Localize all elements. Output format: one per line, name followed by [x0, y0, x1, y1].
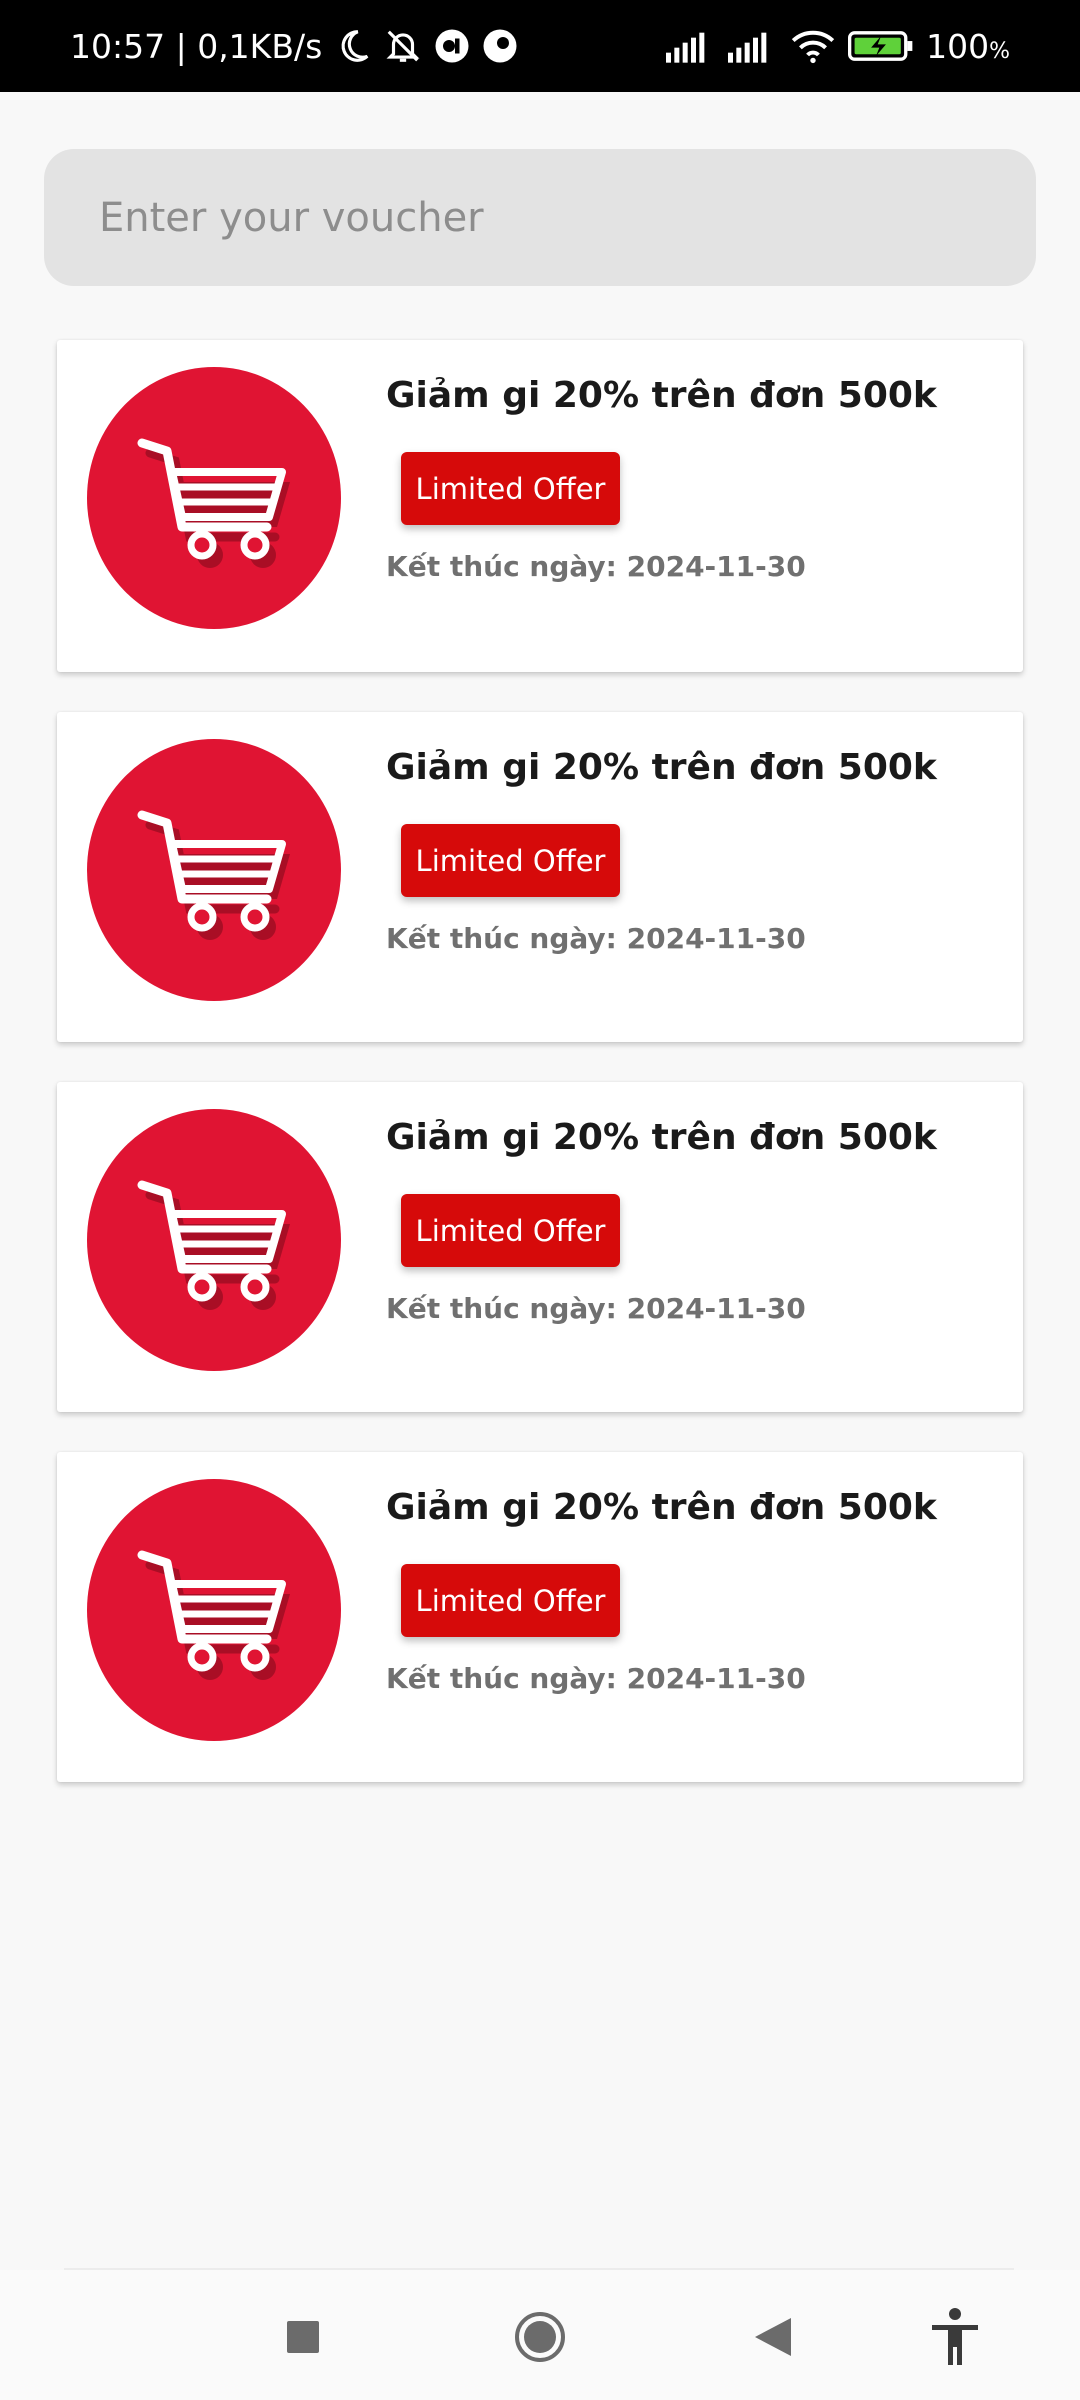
voucher-card[interactable]: Giảm gi 20% trên đơn 500k Limited Offer … [57, 1452, 1023, 1782]
voucher-title: Giảm gi 20% trên đơn 500k [386, 375, 937, 416]
voucher-end-date: Kết thúc ngày: 2024-11-30 [386, 922, 806, 955]
limited-offer-button[interactable]: Limited Offer [401, 1194, 620, 1267]
back-button[interactable] [733, 2298, 813, 2378]
recents-icon [286, 2320, 320, 2357]
voucher-end-date: Kết thúc ngày: 2024-11-30 [386, 1662, 806, 1695]
voucher-title: Giảm gi 20% trên đơn 500k [386, 1487, 937, 1528]
status-bar: 10:57 | 0,1KB/s 100% [0, 0, 1080, 92]
voucher-end-date: Kết thúc ngày: 2024-11-30 [386, 550, 806, 583]
voucher-title: Giảm gi 20% trên đơn 500k [386, 1117, 937, 1158]
status-time-speed: 10:57 | 0,1KB/s [70, 26, 323, 66]
signal-icon [666, 29, 716, 63]
status-left: 10:57 | 0,1KB/s [70, 27, 518, 66]
battery-unit: % [989, 38, 1010, 64]
battery-level: 100% [926, 27, 1010, 66]
shopping-cart-icon [87, 1109, 341, 1371]
voucher-search-box[interactable] [44, 149, 1036, 286]
app-notif-icon [482, 28, 518, 64]
recents-button[interactable] [263, 2298, 343, 2378]
app-notif-icon [434, 28, 470, 64]
battery-charging-icon [848, 29, 914, 63]
bell-off-icon [384, 27, 422, 65]
home-button[interactable] [500, 2298, 580, 2378]
battery-value: 100 [926, 26, 990, 66]
voucher-card[interactable]: Giảm gi 20% trên đơn 500k Limited Offer … [57, 340, 1023, 672]
back-icon [753, 2316, 793, 2361]
signal-icon [728, 29, 778, 63]
wifi-icon [790, 28, 836, 64]
shopping-cart-icon [87, 739, 341, 1001]
status-right: 100% [666, 27, 1010, 66]
shopping-cart-icon [87, 1479, 341, 1741]
voucher-list: Giảm gi 20% trên đơn 500k Limited Offer … [57, 340, 1023, 1822]
system-nav-bar [0, 2270, 1080, 2400]
home-icon [513, 2310, 567, 2367]
voucher-card[interactable]: Giảm gi 20% trên đơn 500k Limited Offer … [57, 1082, 1023, 1412]
shopping-cart-icon [87, 367, 341, 629]
voucher-input[interactable] [99, 194, 999, 241]
voucher-card[interactable]: Giảm gi 20% trên đơn 500k Limited Offer … [57, 712, 1023, 1042]
limited-offer-button[interactable]: Limited Offer [401, 452, 620, 525]
limited-offer-button[interactable]: Limited Offer [401, 1564, 620, 1637]
moon-icon [334, 27, 372, 65]
accessibility-button[interactable] [915, 2298, 995, 2378]
limited-offer-button[interactable]: Limited Offer [401, 824, 620, 897]
accessibility-icon [928, 2307, 982, 2370]
voucher-title: Giảm gi 20% trên đơn 500k [386, 747, 937, 788]
voucher-end-date: Kết thúc ngày: 2024-11-30 [386, 1292, 806, 1325]
